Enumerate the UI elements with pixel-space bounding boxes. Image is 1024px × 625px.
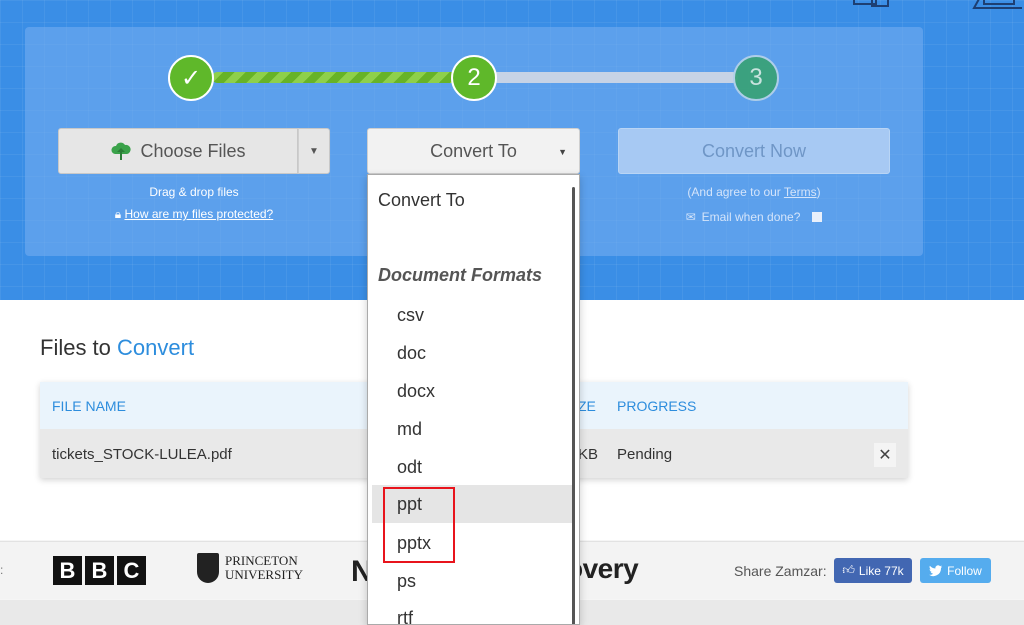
progress-track-complete — [212, 72, 457, 83]
thumbs-up-icon: 👍︎ — [842, 563, 855, 577]
envelope-icon: ✉ — [685, 210, 696, 224]
files-protected-link[interactable]: 🔒︎ How are my files protected? — [58, 207, 330, 222]
agree-terms-text: (And agree to our Terms) — [618, 185, 890, 199]
choose-files-button[interactable]: Choose Files — [58, 128, 298, 174]
step-3-indicator: 3 — [733, 55, 779, 101]
dropdown-header[interactable]: Convert To — [368, 181, 575, 219]
format-option-csv[interactable]: csv — [368, 296, 575, 334]
bbc-letter: C — [117, 556, 146, 585]
email-checkbox[interactable] — [812, 212, 823, 222]
convert-now-button[interactable]: Convert Now — [618, 128, 890, 174]
convert-to-select[interactable]: Convert To ▼ — [367, 128, 580, 174]
agree-suffix: ) — [816, 185, 821, 199]
format-option-doc[interactable]: doc — [368, 334, 575, 372]
lock-icon: 🔒︎ — [114, 207, 122, 221]
step-2-indicator: 2 — [451, 55, 497, 101]
convert-to-label: Convert To — [430, 140, 517, 161]
file-size-cell: KB — [578, 446, 599, 463]
terms-link[interactable]: Terms — [784, 185, 817, 199]
format-option-ps[interactable]: ps — [368, 562, 575, 600]
highlight-annotation-box — [383, 487, 455, 563]
format-option-odt[interactable]: odt — [368, 448, 575, 486]
princeton-line2: UNIVERSITY — [225, 567, 303, 582]
convert-now-label: Convert Now — [701, 140, 807, 161]
bbc-letter: B — [85, 556, 114, 585]
agree-prefix: (And agree to our — [687, 185, 784, 199]
files-title-prefix: Files to — [40, 335, 118, 360]
header-size: ZE — [578, 398, 596, 414]
files-title-accent: Convert — [117, 335, 195, 360]
format-option-docx[interactable]: docx — [368, 372, 575, 410]
princeton-shield-icon — [197, 553, 219, 583]
header-file-name: FILE NAME — [52, 398, 126, 414]
email-label: Email when done? — [701, 210, 801, 224]
step-1-indicator: ✓ — [168, 55, 214, 101]
choose-files-label: Choose Files — [140, 140, 246, 161]
twitter-bird-icon — [929, 564, 943, 576]
princeton-line1: PRINCETON — [225, 553, 298, 568]
progress-track-pending — [492, 72, 738, 83]
dropdown-group-label: Document Formats — [378, 264, 543, 285]
logos-label-fragment: : — [0, 563, 4, 577]
twitter-follow-button[interactable]: Follow — [920, 558, 991, 583]
format-option-md[interactable]: md — [368, 410, 575, 448]
facebook-like-button[interactable]: 👍︎ Like 77k — [834, 558, 912, 583]
close-icon: ✕ — [878, 447, 892, 464]
drag-drop-text: Drag & drop files — [149, 185, 239, 199]
choose-files-dropdown-button[interactable]: ▼ — [298, 128, 330, 174]
cloud-upload-icon — [111, 142, 132, 160]
bbc-logo: B B C — [53, 556, 146, 585]
princeton-logo: PRINCETON UNIVERSITY — [197, 553, 303, 583]
remove-file-button[interactable]: ✕ — [874, 443, 896, 467]
file-name-cell: tickets_STOCK-LULEA.pdf — [52, 446, 232, 463]
caret-down-icon: ▼ — [309, 145, 319, 157]
files-protected-label: How are my files protected? — [124, 207, 274, 221]
facebook-like-label: Like 77k — [858, 563, 904, 578]
files-title: Files to Convert — [40, 335, 194, 361]
hero-decoration-icon — [853, 0, 1022, 9]
caret-down-icon: ▼ — [558, 147, 567, 157]
header-progress: PROGRESS — [617, 398, 697, 414]
dropdown-scrollbar[interactable] — [572, 187, 575, 624]
file-progress-cell: Pending — [617, 446, 673, 463]
format-option-rtf[interactable]: rtf — [368, 599, 575, 625]
bbc-letter: B — [53, 556, 82, 585]
share-label: Share Zamzar: — [734, 563, 827, 579]
email-when-done[interactable]: ✉ Email when done? — [618, 210, 890, 224]
twitter-follow-label: Follow — [947, 563, 982, 578]
